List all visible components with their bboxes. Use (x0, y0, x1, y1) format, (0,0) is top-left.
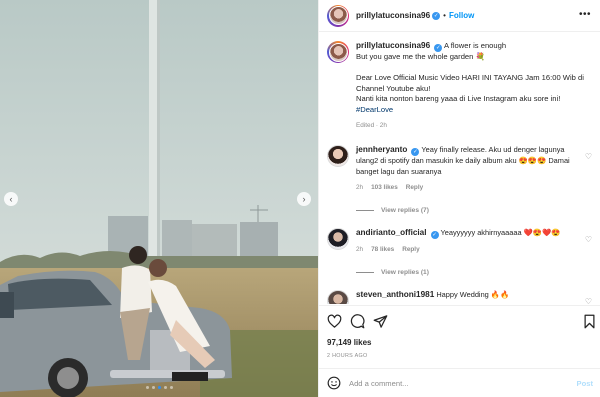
post-header: prillylatuconsina96 ✓ • Follow ••• (319, 0, 600, 32)
carousel-dot (145, 386, 149, 389)
comment-likes[interactable]: 78 likes (371, 245, 394, 256)
avatar[interactable] (327, 41, 349, 63)
comment-username[interactable]: steven_anthoni1981 (356, 290, 434, 299)
reply-button[interactable]: Reply (402, 245, 419, 256)
comment-username[interactable]: jennheryanto (356, 145, 407, 154)
post-side-panel: prillylatuconsina96 ✓ • Follow ••• prill… (318, 0, 600, 397)
comment-item: andirianto_official ✓ Yeayyyyyy akhirnya… (327, 228, 599, 256)
caption-line: Nanti kita nonton bareng yaaa di Live In… (356, 94, 561, 104)
comments-section[interactable]: prillylatuconsina96 ✓ A flower is enough… (319, 32, 600, 304)
chevron-right-icon: › (302, 193, 306, 204)
hashtag-link[interactable]: #DearLove (356, 105, 393, 114)
comment-meta: 2h 78 likes Reply (356, 245, 586, 256)
caption-line: A flower is enough (444, 41, 507, 50)
heart-icon[interactable]: ♡ (585, 235, 592, 244)
verified-icon: ✓ (411, 148, 420, 157)
follow-button[interactable]: Follow (449, 11, 474, 20)
emoji-icon[interactable] (327, 376, 341, 390)
separator-dot: • (443, 11, 446, 20)
view-replies-label: View replies (7) (381, 207, 429, 214)
carousel-dots (0, 386, 318, 389)
comment-time[interactable]: 2h (356, 245, 363, 256)
comment-icon[interactable] (350, 314, 365, 329)
avatar[interactable] (327, 145, 349, 167)
comment-likes[interactable]: 103 likes (371, 183, 398, 194)
carousel-prev-button[interactable]: ‹ (4, 192, 18, 206)
heart-icon[interactable]: ♡ (585, 297, 592, 304)
carousel-dot (163, 386, 167, 389)
likes-count[interactable]: 97,149 likes (327, 338, 371, 347)
action-bar (319, 305, 600, 331)
avatar[interactable] (327, 228, 349, 250)
comment-time[interactable]: 2h (356, 183, 363, 194)
share-icon[interactable] (373, 314, 388, 329)
reply-button[interactable]: Reply (406, 183, 423, 194)
carousel-dot (151, 386, 155, 389)
avatar[interactable] (327, 4, 349, 27)
post-photo[interactable]: ‹ › (0, 0, 318, 397)
post-comment-button[interactable]: Post (577, 379, 593, 388)
carousel-dot-active (157, 386, 161, 389)
caption-line: But you gave me the whole garden 💐 (356, 52, 485, 62)
post-username[interactable]: prillylatuconsina96 (356, 11, 430, 20)
heart-icon[interactable]: ♡ (585, 152, 592, 161)
chevron-left-icon: ‹ (9, 193, 13, 204)
carousel-next-button[interactable]: › (297, 192, 311, 206)
divider-line (356, 210, 374, 211)
caption-meta: Edited · 2h (356, 122, 387, 130)
verified-icon: ✓ (430, 231, 439, 240)
view-replies-label: View replies (1) (381, 269, 429, 276)
divider-line (356, 272, 374, 273)
comment-text: Happy Wedding 🔥🔥 (436, 290, 510, 299)
add-comment-bar: Post (319, 368, 600, 397)
post-caption: prillylatuconsina96 ✓ A flower is enough… (327, 41, 595, 132)
caption-line: Dear Love Official Music Video HARI INI … (356, 73, 584, 93)
comment-item: steven_anthoni1981 Happy Wedding 🔥🔥 ♡ (327, 290, 599, 304)
comment-item: jennheryanto ✓ Yeay finally release. Aku… (327, 145, 599, 194)
more-icon[interactable]: ••• (579, 9, 591, 20)
view-replies-button[interactable]: View replies (7) (356, 207, 429, 214)
comment-input[interactable] (349, 378, 574, 388)
post-time[interactable]: 2 HOURS AGO (327, 353, 367, 359)
verified-icon: ✓ (432, 11, 441, 20)
comment-text: Yeayyyyyy akhirnyaaaaa ❤️😍❤️😍 (440, 228, 561, 237)
photo-illustration (0, 0, 318, 397)
heart-icon[interactable] (327, 314, 342, 329)
comment-meta: 2h 103 likes Reply (356, 183, 586, 194)
comment-username[interactable]: andirianto_official (356, 228, 427, 237)
caption-username[interactable]: prillylatuconsina96 (356, 41, 430, 50)
bookmark-icon[interactable] (582, 314, 597, 329)
avatar[interactable] (327, 290, 349, 304)
carousel-dot (169, 386, 173, 389)
view-replies-button[interactable]: View replies (1) (356, 269, 429, 276)
